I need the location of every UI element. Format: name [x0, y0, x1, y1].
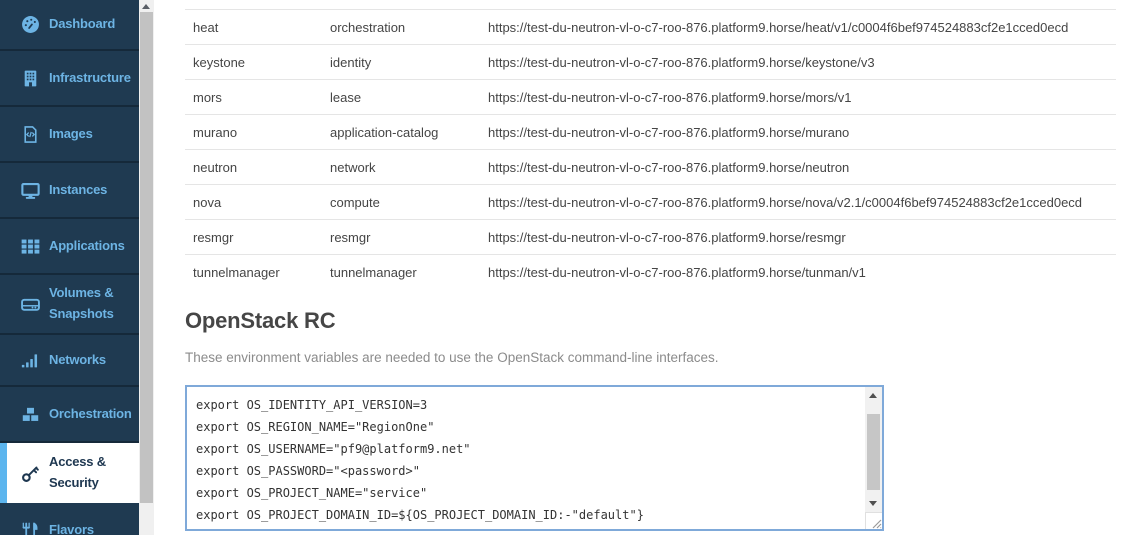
grid-icon [21, 237, 40, 256]
sidebar-item-label: Instances [49, 181, 108, 197]
sidebar-item-images[interactable]: Images [0, 107, 139, 163]
sidebar-item-label: Dashboard [49, 16, 116, 32]
sidebar-item-infrastructure[interactable]: Infrastructure [0, 51, 139, 107]
main-scrollbar[interactable] [139, 0, 154, 535]
service-name: nova [193, 194, 222, 210]
access-and-security-page: Dashboard Infrastructure Images Instance… [0, 0, 1122, 535]
service-url: https://test-du-neutron-vl-o-c7-roo-876.… [488, 229, 846, 245]
service-url: https://test-du-neutron-vl-o-c7-roo-876.… [488, 194, 1083, 210]
sidebar-item-applications[interactable]: Applications [0, 219, 139, 275]
resize-grip-icon[interactable] [865, 512, 882, 529]
rc-script-text: export OS_IDENTITY_API_VERSION=3 export … [196, 398, 644, 522]
page-title: OpenStack RC [185, 308, 336, 333]
service-url: https://test-du-neutron-vl-o-c7-roo-876.… [488, 159, 850, 175]
scroll-up-arrow-icon[interactable] [142, 4, 150, 9]
sidebar-item-label: Flavors [49, 521, 94, 535]
cubes-icon [21, 405, 40, 424]
sidebar-item-label: Applications [49, 237, 125, 253]
service-url: https://test-du-neutron-vl-o-c7-roo-876.… [488, 54, 875, 70]
table-row: keystone identity https://test-du-neutro… [185, 44, 1116, 79]
rc-description: These environment variables are needed t… [185, 350, 719, 365]
service-url: https://test-du-neutron-vl-o-c7-roo-876.… [488, 264, 866, 280]
table-row: resmgr resmgr https://test-du-neutron-vl… [185, 219, 1116, 254]
service-url: https://test-du-neutron-vl-o-c7-roo-876.… [488, 124, 850, 140]
sidebar-item-orchestration[interactable]: Orchestration [0, 387, 139, 443]
scroll-down-arrow-icon[interactable] [869, 501, 877, 506]
service-type: compute [330, 194, 380, 210]
sidebar-item-instances[interactable]: Instances [0, 163, 139, 219]
service-name: tunnelmanager [193, 264, 280, 280]
monitor-icon [21, 181, 40, 200]
table-row: tunnelmanager tunnelmanager https://test… [185, 254, 1116, 289]
service-type: orchestration [330, 19, 406, 35]
sidebar-item-flavors[interactable]: Flavors [0, 503, 139, 535]
sidebar: Dashboard Infrastructure Images Instance… [0, 0, 139, 535]
sidebar-item-label: Infrastructure [49, 69, 131, 85]
service-type: network [330, 159, 376, 175]
sidebar-item-label: Images [49, 125, 93, 141]
sidebar-item-networks[interactable]: Networks [0, 335, 139, 387]
file-code-icon [21, 125, 40, 144]
key-icon [21, 464, 40, 483]
table-row: mors lease https://test-du-neutron-vl-o-… [185, 79, 1116, 114]
service-type: lease [330, 89, 362, 105]
sidebar-item-label: Volumes & Snapshots [49, 285, 114, 321]
service-name: heat [193, 19, 219, 35]
service-name: murano [193, 124, 238, 140]
service-name: mors [193, 89, 222, 105]
service-url: https://test-du-neutron-vl-o-c7-roo-876.… [488, 19, 1069, 35]
scroll-up-arrow-icon[interactable] [869, 393, 877, 398]
service-endpoints-table: heat orchestration https://test-du-neutr… [185, 9, 1116, 289]
drive-icon [21, 295, 40, 314]
signal-bars-icon [21, 351, 40, 370]
sidebar-item-dashboard[interactable]: Dashboard [0, 0, 139, 51]
table-row: nova compute https://test-du-neutron-vl-… [185, 184, 1116, 219]
sidebar-item-access-security[interactable]: Access & Security [0, 443, 139, 503]
service-name: keystone [193, 54, 246, 70]
main-scrollbar-thumb[interactable] [140, 12, 153, 503]
textarea-scrollbar[interactable] [865, 387, 882, 512]
cutlery-icon [21, 521, 40, 535]
gauge-icon [21, 15, 40, 34]
table-row: murano application-catalog https://test-… [185, 114, 1116, 149]
textarea-scrollbar-thumb[interactable] [867, 414, 880, 490]
table-row: heat orchestration https://test-du-neutr… [185, 9, 1116, 44]
service-type: tunnelmanager [330, 264, 417, 280]
sidebar-item-label: Orchestration [49, 405, 132, 421]
service-type: application-catalog [330, 124, 439, 140]
table-row: neutron network https://test-du-neutron-… [185, 149, 1116, 184]
service-name: resmgr [193, 229, 234, 245]
service-type: identity [330, 54, 372, 70]
service-name: neutron [193, 159, 238, 175]
sidebar-item-label: Networks [49, 351, 106, 367]
sidebar-item-label: Access & Security [49, 454, 106, 490]
building-icon [21, 69, 40, 88]
service-type: resmgr [330, 229, 371, 245]
openstack-rc-textarea[interactable]: export OS_IDENTITY_API_VERSION=3 export … [185, 385, 884, 531]
service-url: https://test-du-neutron-vl-o-c7-roo-876.… [488, 89, 852, 105]
sidebar-item-volumes-snapshots[interactable]: Volumes & Snapshots [0, 275, 139, 335]
